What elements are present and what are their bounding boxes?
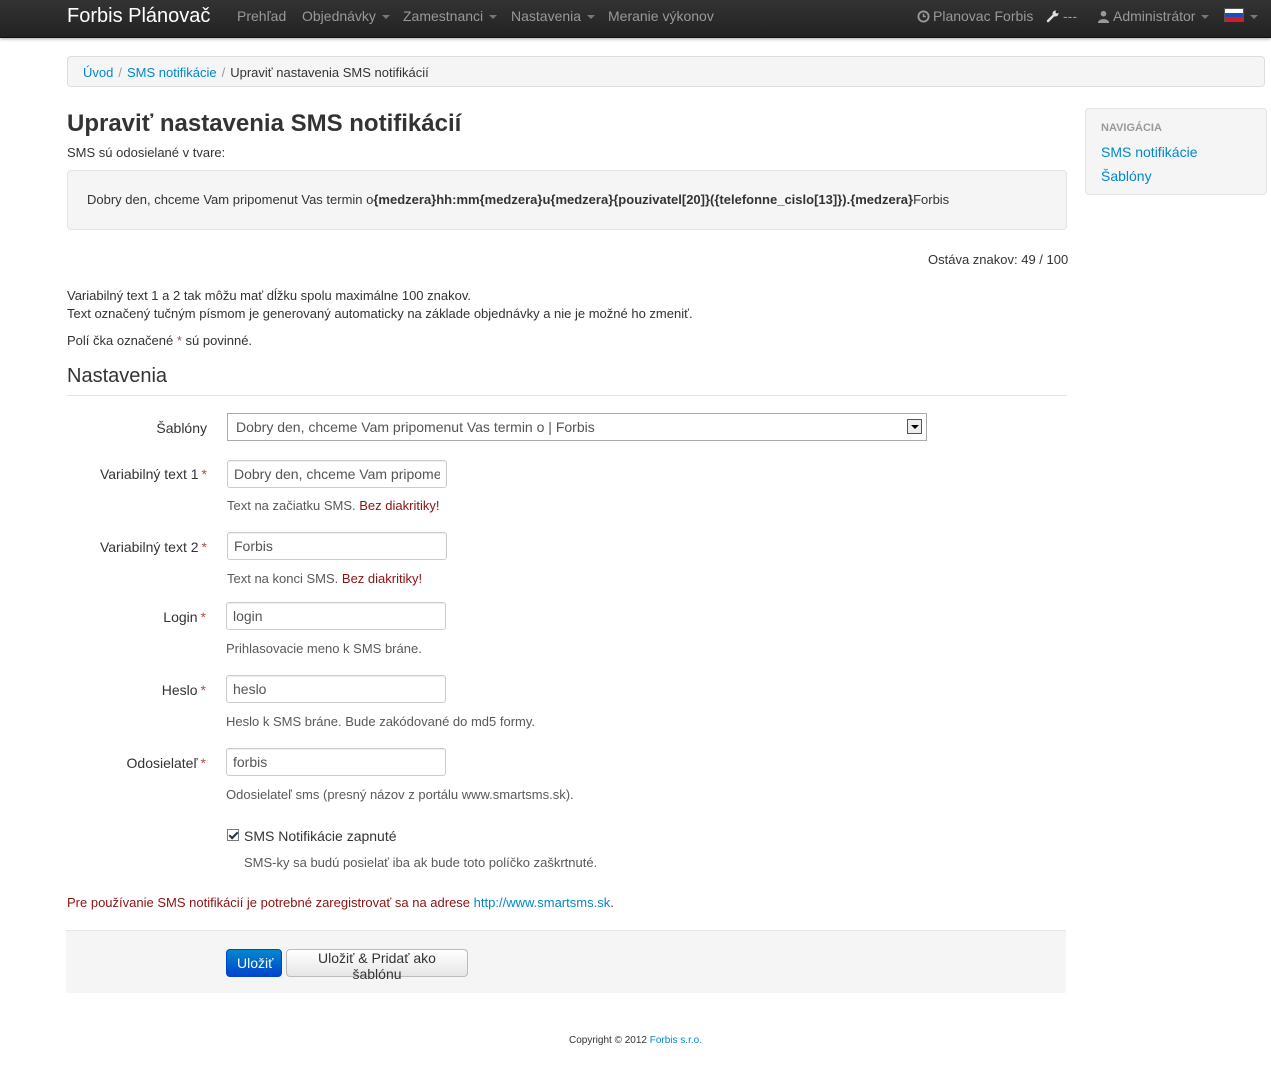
- label-login: Login *: [163, 609, 206, 625]
- help-variabilny-text-1: Text na začiatku SMS. Bez diakritiky!: [227, 498, 440, 513]
- footer-company-link[interactable]: Forbis s.r.o.: [650, 1035, 702, 1046]
- smartsms-link[interactable]: http://www.smartsms.sk: [474, 895, 611, 910]
- slovak-flag-icon: [1224, 8, 1244, 22]
- sidebar-header: Navigácia: [1101, 122, 1162, 134]
- footer: Copyright © 2012 Forbis s.r.o.: [569, 1035, 702, 1046]
- chevron-down-icon: [381, 15, 390, 20]
- sms-enabled-checkbox[interactable]: [227, 829, 239, 841]
- wrench-icon: [1046, 10, 1059, 23]
- info-text-length: Variabilný text 1 a 2 tak môžu mať dĺžku…: [67, 288, 471, 303]
- chevron-down-icon: [1250, 15, 1258, 20]
- sms-enabled-label[interactable]: SMS Notifikácie zapnuté: [244, 828, 397, 844]
- sablony-select[interactable]: Dobry den, chceme Vam pripomenut Vas ter…: [227, 413, 927, 441]
- required-fields-note: Polí čka označené * sú povinné.: [67, 333, 253, 348]
- variabilny-text-2-input[interactable]: [227, 532, 447, 560]
- save-button[interactable]: Uložiť: [226, 949, 282, 977]
- clock-icon: [917, 10, 930, 23]
- preview-text-end: Forbis: [913, 192, 950, 207]
- sidebar-navigation: Navigácia SMS notifikácie Šablóny: [1085, 108, 1267, 195]
- nav-planovac-forbis[interactable]: Planovac Forbis: [917, 8, 1033, 24]
- help-odosielatel: Odosielateľ sms (presný názov z portálu …: [226, 787, 574, 802]
- nav-objednavky[interactable]: Objednávky: [302, 8, 390, 24]
- preview-text-start: Dobry den, chceme Vam pripomenut Vas ter…: [87, 192, 374, 207]
- label-sablony: Šablóny: [156, 420, 207, 436]
- nav-prehlad[interactable]: Prehľad: [237, 8, 286, 24]
- form-actions: Uložiť Uložiť & Pridať ako šablónu: [66, 930, 1066, 993]
- preview-generated-text: {medzera}hh:mm{medzera}u{medzera}{pouziv…: [373, 192, 914, 207]
- nav-user-menu[interactable]: Administrátor: [1097, 8, 1210, 24]
- section-divider: [67, 395, 1067, 396]
- nav-meranie-vykonov[interactable]: Meranie výkonov: [608, 8, 714, 24]
- label-heslo: Heslo *: [161, 682, 206, 698]
- breadcrumb-separator: /: [221, 65, 226, 80]
- chevron-down-icon: [587, 15, 596, 20]
- save-as-template-button[interactable]: Uložiť & Pridať ako šablónu: [286, 949, 468, 982]
- page-title: Upraviť nastavenia SMS notifikácií: [67, 110, 462, 137]
- registration-note: Pre používanie SMS notifikácií je potreb…: [67, 895, 614, 910]
- breadcrumb-separator: /: [118, 65, 122, 80]
- label-odosielatel: Odosielateľ *: [126, 755, 206, 771]
- odosielatel-input[interactable]: [226, 748, 446, 776]
- sms-format-intro: SMS sú odosielané v tvare:: [67, 145, 226, 160]
- label-variabilny-text-2: Variabilný text 2 *: [99, 539, 207, 555]
- help-login: Prihlasovacie meno k SMS bráne.: [226, 641, 422, 656]
- breadcrumb-home[interactable]: Úvod: [83, 65, 113, 80]
- help-heslo: Heslo k SMS bráne. Bude zakódované do md…: [226, 714, 536, 729]
- sms-preview-box: Dobry den, chceme Vam pripomenut Vas ter…: [67, 170, 1067, 230]
- nav-language-menu[interactable]: [1224, 8, 1258, 24]
- section-title-nastavenia: Nastavenia: [67, 365, 168, 387]
- info-text-bold: Text označený tučným písmom je generovan…: [67, 306, 693, 321]
- help-sms-enabled: SMS-ky sa budú posielať iba ak bude toto…: [244, 855, 598, 870]
- variabilny-text-1-input[interactable]: [227, 460, 447, 488]
- chevron-down-icon: [1201, 15, 1210, 20]
- top-navbar: Forbis Plánovač Prehľad Objednávky Zames…: [0, 0, 1271, 38]
- dropdown-arrow-icon[interactable]: [907, 419, 922, 434]
- help-variabilny-text-2: Text na konci SMS. Bez diakritiky!: [227, 571, 423, 586]
- chevron-down-icon: [489, 15, 498, 20]
- breadcrumb-current: Upraviť nastavenia SMS notifikácií: [230, 65, 429, 80]
- sidebar-item-sms-notifikacie[interactable]: SMS notifikácie: [1101, 144, 1197, 160]
- required-star: *: [176, 333, 182, 348]
- user-icon: [1097, 10, 1110, 23]
- nav-nastavenia[interactable]: Nastavenia: [511, 8, 596, 24]
- brand-logo[interactable]: Forbis Plánovač: [67, 5, 210, 28]
- heslo-input[interactable]: [226, 675, 446, 703]
- nav-tools[interactable]: ---: [1046, 8, 1077, 24]
- login-input[interactable]: [226, 602, 446, 630]
- label-variabilny-text-1: Variabilný text 1 *: [99, 466, 207, 482]
- nav-zamestnanci[interactable]: Zamestnanci: [403, 8, 498, 24]
- breadcrumb: Úvod / SMS notifikácie / Upraviť nastavenia …: [67, 56, 1265, 87]
- sidebar-item-sablony[interactable]: Šablóny: [1101, 168, 1152, 184]
- remaining-chars: Ostáva znakov: 49 / 100: [928, 252, 1069, 267]
- breadcrumb-sms-notifikacie[interactable]: SMS notifikácie: [127, 65, 217, 80]
- remaining-chars-value: 49 / 100: [1021, 252, 1069, 267]
